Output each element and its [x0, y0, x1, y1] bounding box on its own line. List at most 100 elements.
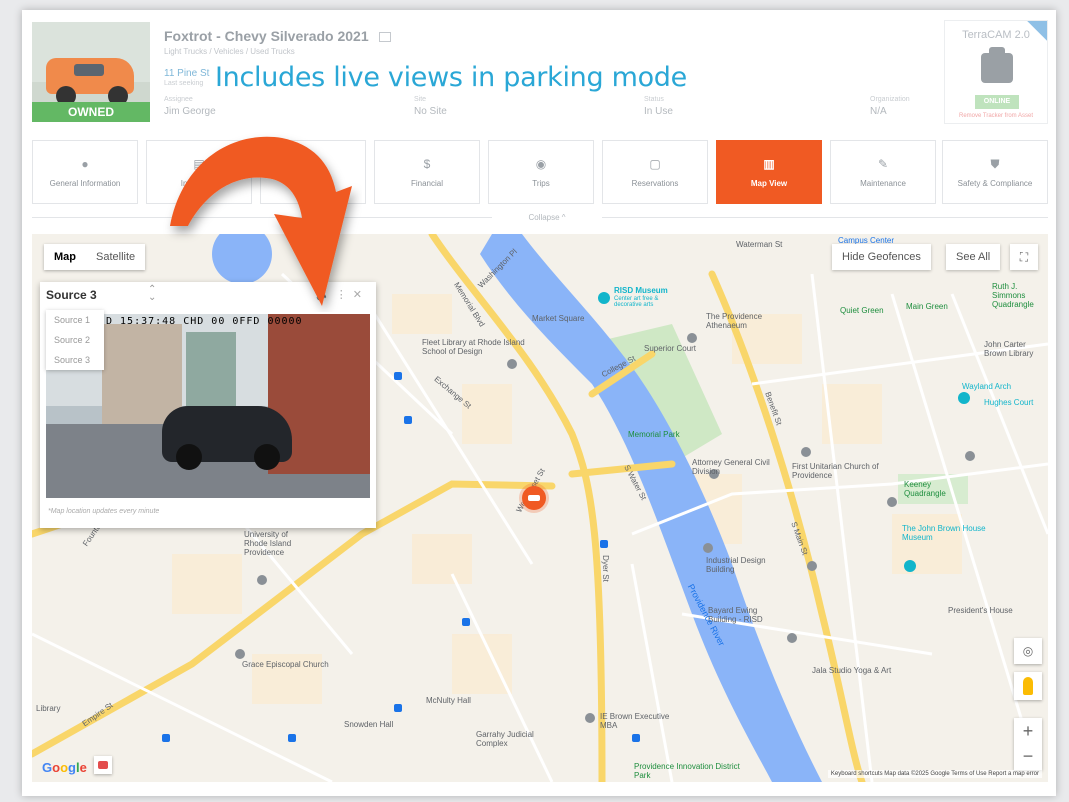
- info-icon: ●: [81, 157, 89, 171]
- tab-label: Financial: [410, 179, 443, 188]
- poi-grace-church[interactable]: Grace Episcopal Church: [242, 660, 329, 669]
- poi-garrahy[interactable]: Garrahy Judicial Complex: [476, 730, 546, 748]
- poi-wayland-arch[interactable]: Wayland Arch: [962, 382, 1011, 391]
- poi-memorial-park[interactable]: Memorial Park: [628, 430, 680, 439]
- zoom-in-button[interactable]: +: [1014, 718, 1042, 744]
- dollar-icon: $: [423, 157, 431, 171]
- app-frame: OWNED Foxtrot - Chevy Silverado 2021 Lig…: [22, 10, 1056, 796]
- google-logo: Google: [42, 760, 87, 775]
- meta-organization: Organization N/A: [870, 96, 910, 117]
- vehicle-marker[interactable]: [522, 486, 546, 510]
- asset-location-sub: Last seeking: [164, 80, 204, 87]
- map-type-satellite[interactable]: Satellite: [86, 244, 145, 270]
- video-mural: [186, 332, 236, 412]
- meta-value: In Use: [644, 106, 673, 117]
- tab-financial[interactable]: $ Financial: [374, 140, 480, 204]
- dashcam-icon: [981, 47, 1013, 83]
- source-dropdown: Source 1 Source 2 Source 3: [46, 310, 104, 370]
- asset-header: OWNED Foxtrot - Chevy Silverado 2021 Lig…: [22, 10, 1056, 128]
- feature-caption: Includes live views in parking mode: [215, 62, 687, 93]
- poi-ruth-simmons[interactable]: Ruth J. Simmons Quadrangle: [992, 282, 1044, 309]
- wrench-icon: ✎: [877, 157, 889, 171]
- tracker-name: TerraCAM 2.0: [962, 29, 1030, 41]
- tab-label: Trips: [532, 179, 550, 188]
- poi-market-square[interactable]: Market Square: [532, 314, 584, 323]
- see-all-button[interactable]: See All: [946, 244, 1001, 270]
- tab-maintenance[interactable]: ✎ Maintenance: [830, 140, 936, 204]
- asset-title-text: Foxtrot - Chevy Silverado 2021: [164, 28, 369, 44]
- source-option[interactable]: Source 2: [46, 330, 104, 350]
- poi-risd-museum[interactable]: RISD Museum: [614, 286, 668, 295]
- poi-risd-museum-sub: Center art free & decorative arts: [614, 296, 659, 308]
- source-stepper-icon[interactable]: ⌃ ⌄: [148, 285, 156, 303]
- collapse-button[interactable]: Collapse ^: [492, 210, 602, 226]
- hide-geofences-button[interactable]: Hide Geofences: [832, 244, 931, 270]
- source-option[interactable]: Source 1: [46, 310, 104, 330]
- tracker-card[interactable]: TerraCAM 2.0 ONLINE Remove Tracker from …: [944, 20, 1048, 124]
- poi-ie-brown[interactable]: IE Brown Executive MBA: [600, 712, 670, 730]
- camera-toggle-icon[interactable]: [94, 756, 112, 774]
- annotation-arrow-icon: [170, 136, 352, 306]
- source-option[interactable]: Source 3: [46, 350, 104, 370]
- edit-icon[interactable]: [378, 32, 391, 43]
- map-attribution[interactable]: Keyboard shortcuts Map data ©2025 Google…: [827, 770, 1042, 778]
- poi-first-unitarian[interactable]: First Unitarian Church of Providence: [792, 462, 882, 480]
- poi-john-brown-house[interactable]: The John Brown House Museum: [902, 524, 992, 542]
- poi-library[interactable]: Library: [36, 704, 60, 713]
- source-select[interactable]: Source 3: [46, 288, 97, 302]
- poi-bayard-ewing[interactable]: Bayard Ewing Building - RISD: [708, 606, 788, 624]
- owned-badge: OWNED: [32, 102, 150, 122]
- meta-status: Status In Use: [644, 96, 673, 117]
- asset-photo[interactable]: OWNED: [32, 22, 150, 122]
- pin-icon: ◉: [535, 157, 547, 171]
- truck-icon: [528, 495, 540, 501]
- tab-label: General Information: [49, 179, 121, 188]
- map-view[interactable]: RISD Museum Center art free & decorative…: [32, 234, 1048, 782]
- poi-attorney-general[interactable]: Attorney General Civil Division: [692, 458, 772, 476]
- map-type-toggle: Map Satellite: [44, 244, 146, 270]
- video-building: [102, 324, 182, 424]
- tab-label: Safety & Compliance: [957, 179, 1033, 188]
- poi-athenaeum[interactable]: The Providence Athenaeum: [706, 312, 786, 330]
- tab-label: Map View: [750, 179, 788, 188]
- meta-key: Organization: [870, 96, 910, 103]
- poi-industrial-design[interactable]: Industrial Design Building: [706, 556, 776, 574]
- map-update-note: *Map location updates every minute: [48, 508, 160, 515]
- poi-superior-court[interactable]: Superior Court: [644, 344, 696, 353]
- poi-main-green[interactable]: Main Green: [906, 302, 948, 311]
- poi-keeney[interactable]: Keeney Quadrangle: [904, 480, 964, 498]
- tab-reservations[interactable]: ▢ Reservations: [602, 140, 708, 204]
- poi-quiet-green[interactable]: Quiet Green: [840, 306, 884, 315]
- tab-trips[interactable]: ◉ Trips: [488, 140, 594, 204]
- poi-mcnulty[interactable]: McNulty Hall: [426, 696, 471, 705]
- poi-innovation-park[interactable]: Providence Innovation District Park: [634, 762, 744, 780]
- location-icon[interactable]: ◎: [1014, 638, 1042, 664]
- poi-hughes-court[interactable]: Hughes Court: [984, 398, 1033, 407]
- fullscreen-icon[interactable]: ⛶: [1010, 244, 1038, 270]
- poi-fleet-library[interactable]: Fleet Library at Rhode Island School of …: [422, 338, 532, 356]
- map-type-map[interactable]: Map: [44, 244, 86, 270]
- poi-carter-brown[interactable]: John Carter Brown Library: [984, 340, 1044, 358]
- tab-label: Maintenance: [860, 179, 906, 188]
- tab-safety-compliance[interactable]: ⛊ Safety & Compliance: [942, 140, 1048, 204]
- meta-value: No Site: [414, 106, 447, 117]
- remove-tracker-link[interactable]: Remove Tracker from Asset: [945, 113, 1047, 119]
- zoom-out-button[interactable]: −: [1014, 744, 1042, 770]
- asset-category: Light Trucks / Vehicles / Used Trucks: [164, 47, 295, 56]
- tab-label: Reservations: [631, 179, 679, 188]
- meta-key: Status: [644, 96, 664, 103]
- tab-general-information[interactable]: ● General Information: [32, 140, 138, 204]
- tab-map-view[interactable]: ▥ Map View: [716, 140, 822, 204]
- calendar-icon: ▢: [649, 157, 661, 171]
- poi-jala-studio[interactable]: Jala Studio Yoga & Art: [812, 666, 891, 675]
- poi-uri-providence[interactable]: University of Rhode Island Providence: [244, 530, 304, 557]
- poi-presidents-house[interactable]: President's House: [948, 606, 1013, 615]
- meta-value: Jim George: [164, 106, 216, 117]
- pegman-icon[interactable]: [1014, 672, 1042, 700]
- shield-icon: ⛊: [990, 157, 1000, 171]
- zoom-control: + −: [1014, 718, 1042, 770]
- asset-location[interactable]: 11 Pine St: [164, 68, 209, 79]
- meta-value: N/A: [870, 106, 887, 117]
- poi-snowden[interactable]: Snowden Hall: [344, 720, 393, 729]
- street-dyer: Dyer St: [600, 555, 610, 582]
